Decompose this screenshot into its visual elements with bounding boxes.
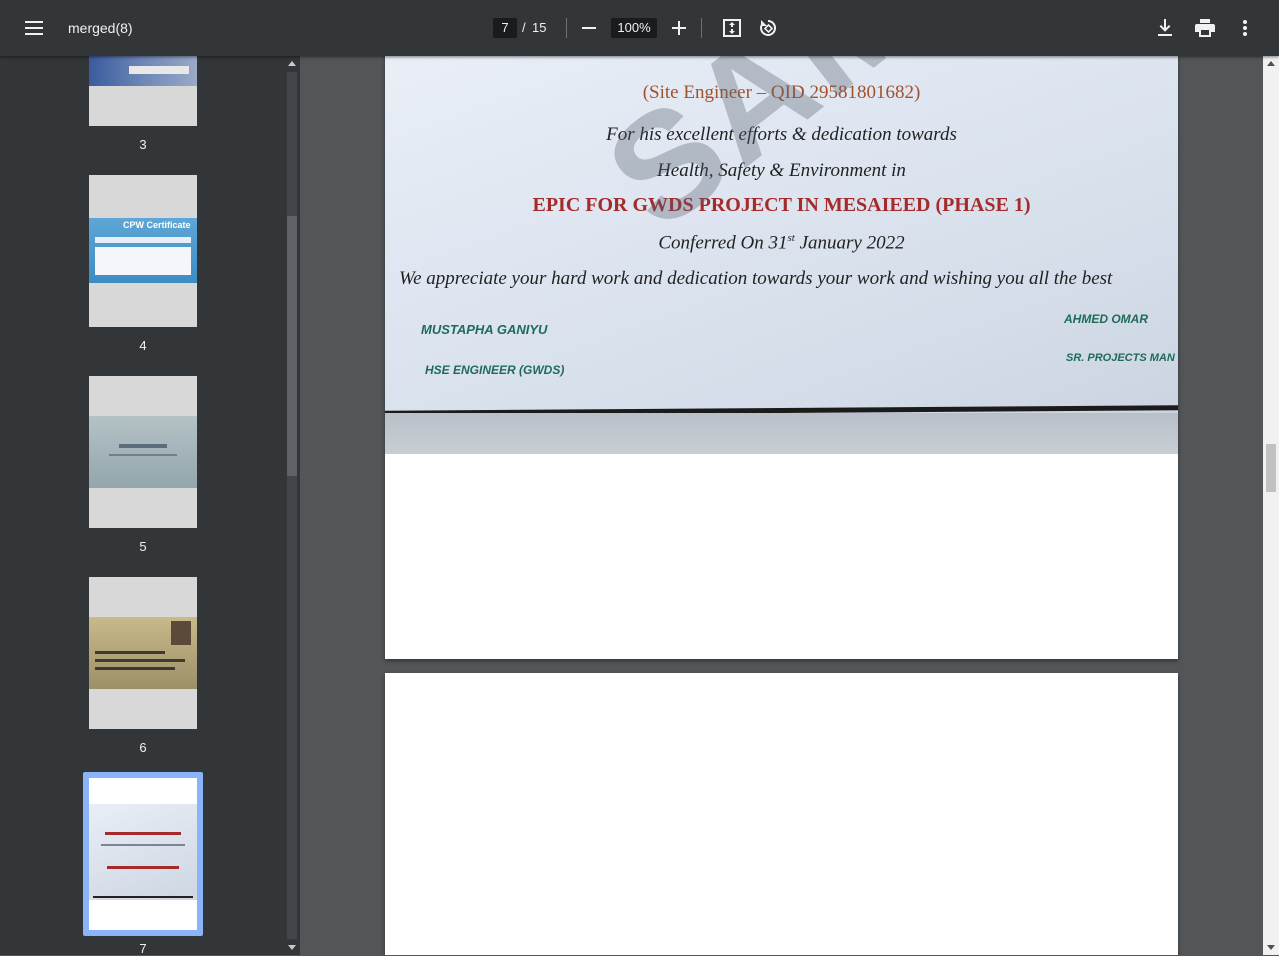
- certificate-appreciation: We appreciate your hard work and dedicat…: [399, 268, 1113, 289]
- sidebar-scrollbar[interactable]: [284, 56, 300, 955]
- rotate-button[interactable]: [750, 10, 786, 46]
- thumbnail-label: 6: [139, 740, 147, 755]
- fit-page-button[interactable]: [714, 10, 750, 46]
- thumbnail-label: 5: [139, 539, 147, 554]
- document-viewer: (Site Engineer – QID 29581801682) For hi…: [300, 56, 1263, 955]
- scrollbar-track: [287, 72, 297, 939]
- print-icon: [1195, 19, 1215, 37]
- signer-1-name: MUSTAPHA GANIYU: [421, 322, 548, 337]
- document-title: merged(8): [68, 20, 133, 36]
- viewer-scrollbar[interactable]: [1263, 56, 1279, 955]
- scrollbar-thumb[interactable]: [1266, 444, 1276, 492]
- page-number-input[interactable]: 7: [493, 18, 517, 38]
- page-separator: /: [522, 20, 526, 35]
- page-total: 15: [532, 20, 547, 35]
- signer-1-title: HSE ENGINEER (GWDS): [425, 363, 565, 377]
- scroll-down-arrow-icon[interactable]: [288, 945, 296, 950]
- fit-page-icon: [723, 19, 741, 37]
- download-button[interactable]: [1147, 10, 1183, 46]
- thumbnail-page-5[interactable]: [89, 376, 197, 528]
- thumbnail-page-3[interactable]: [89, 56, 197, 126]
- toolbar-divider: [566, 18, 567, 38]
- zoom-input[interactable]: 100%: [611, 18, 657, 38]
- zoom-out-button[interactable]: [571, 10, 607, 46]
- menu-icon[interactable]: [16, 10, 52, 46]
- plus-icon: [672, 21, 686, 35]
- more-vert-icon: [1243, 20, 1247, 36]
- thumbnail-page-7[interactable]: [89, 778, 197, 930]
- certificate-project: EPIC FOR GWDS PROJECT IN MESAIEED (PHASE…: [532, 194, 1031, 216]
- scroll-up-arrow-icon[interactable]: [288, 61, 296, 66]
- thumbnail-title: CPW Certificate: [123, 220, 191, 230]
- minus-icon: [582, 27, 596, 29]
- thumbnail-label: 3: [139, 137, 147, 152]
- pdf-page-8: [385, 673, 1178, 955]
- rotate-icon: [760, 19, 777, 36]
- thumbnail-label: 7: [139, 941, 147, 956]
- thumbnail-label: 4: [139, 338, 147, 353]
- scrollbar-thumb[interactable]: [287, 216, 297, 476]
- photo-bottom-edge: [385, 413, 1178, 454]
- thumbnail-page-6[interactable]: [89, 577, 197, 729]
- pdf-page-7: (Site Engineer – QID 29581801682) For hi…: [385, 56, 1178, 659]
- signer-2-title: SR. PROJECTS MAN: [1066, 352, 1175, 364]
- certificate-conferred: Conferred On 31st January 2022: [658, 232, 905, 254]
- pdf-toolbar: merged(8) 7 / 15 100%: [0, 0, 1279, 56]
- scroll-down-arrow-icon[interactable]: [1267, 945, 1275, 950]
- scroll-up-arrow-icon[interactable]: [1267, 61, 1275, 66]
- certificate-photo: (Site Engineer – QID 29581801682) For hi…: [385, 56, 1178, 454]
- download-icon: [1158, 19, 1172, 36]
- zoom-in-button[interactable]: [661, 10, 697, 46]
- toolbar-divider: [701, 18, 702, 38]
- signer-2-name: AHMED OMAR: [1064, 312, 1148, 326]
- more-actions-button[interactable]: [1227, 10, 1263, 46]
- thumbnail-page-4[interactable]: CPW Certificate: [89, 175, 197, 327]
- print-button[interactable]: [1187, 10, 1223, 46]
